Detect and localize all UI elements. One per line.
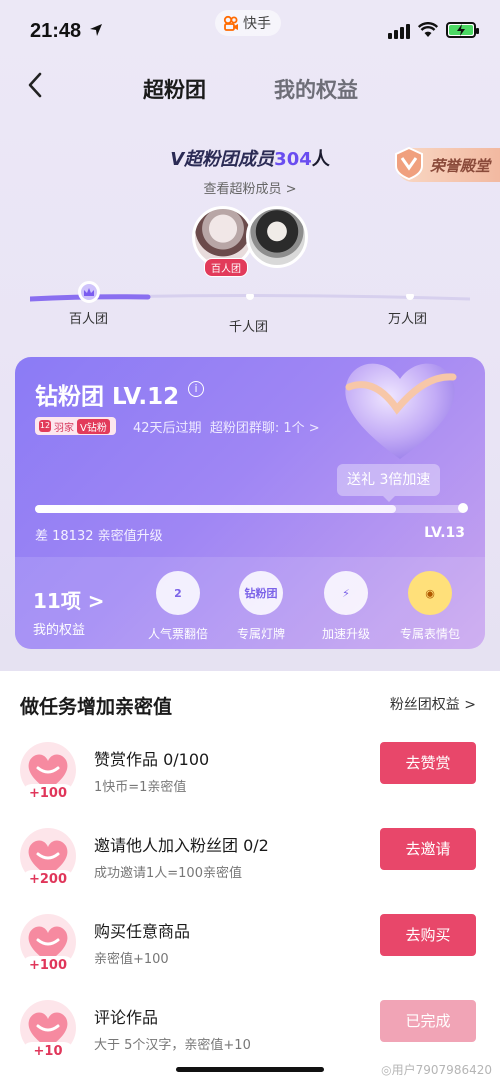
fan-level-card: 钻粉团 LV.12 i 12 羽家 V钻粉 42天后过期 超粉团群聊: 1个 >… [15,357,485,649]
task-bonus: +100 [22,784,74,804]
heart-3d-icon [345,363,457,459]
right-item-label: 专属表情包 [399,627,460,641]
honor-hall-button[interactable]: 荣誉殿堂 [395,146,500,182]
task-name: 邀请他人加入粉丝团 0/2 [94,836,269,855]
right-item-exclusive-plate[interactable]: 钻粉团 专属灯牌 [218,571,304,642]
task-desc: 1快币=1亲密值 [94,780,187,795]
battery-charging-icon [446,22,479,38]
completed-button[interactable]: 已完成 [380,1000,476,1042]
tab-my-rights[interactable]: 我的权益 [274,74,358,104]
invite-button[interactable]: 去邀请 [380,828,476,870]
tier-label-thousand: 千人团 [229,320,269,335]
right-item-vote-double[interactable]: 2 人气票翻倍 [135,571,221,642]
right-item-label: 人气票翻倍 [147,627,208,641]
member-count: 304 [274,149,312,170]
task-bonus: +10 [22,1042,74,1062]
my-rights-label: 我的权益 [33,623,86,638]
member-prefix: V超粉团成员 [170,149,275,170]
task-item: +100 赞赏作品 0/100 1快币=1亲密值 去赞赏 [0,740,500,816]
honor-hall-label: 荣誉殿堂 [429,156,490,175]
fan-badge-level: V钻粉 [77,418,110,434]
tier-label-tenthousand: 万人团 [388,312,428,327]
home-indicator[interactable] [176,1067,324,1072]
info-icon[interactable]: i [188,381,204,397]
top-members-avatars: 百人团 [192,206,312,277]
expire-text: 42天后过期 [133,421,202,436]
signal-icon [388,24,410,39]
speed-up-bubble: 送礼 3倍加速 [337,464,441,502]
rights-row: 11项 > 我的权益 2 人气票翻倍 钻粉团 专属灯牌 ⚡ 加速升级 ◉ 专属表… [15,557,485,649]
crown-icon [78,281,100,303]
task-desc: 大于 5个汉字，亲密值+10 [94,1038,251,1053]
progress-remaining-text: 差 18132 亲密值升级 [35,529,163,544]
member-suffix: 人 [311,149,330,170]
app-name: 快手 [243,16,271,32]
task-item: +100 购买任意商品 亲密值+100 去购买 [0,912,500,988]
task-name: 赞赏作品 0/100 [94,750,210,769]
next-level-label: LV.13 [424,525,465,541]
task-bonus: +200 [22,870,74,890]
rights-count-link[interactable]: 11项 > [33,585,105,614]
avatar[interactable] [246,206,308,268]
app-return-pill[interactable]: 快手 [215,10,281,36]
task-bonus: +100 [22,956,74,976]
exclusive-plate-icon: 钻粉团 [239,571,283,615]
right-item-speed-up[interactable]: ⚡ 加速升级 [303,571,389,642]
group-chat-link[interactable]: 超粉团群聊: 1个 > [210,421,320,436]
level-progress-fill [35,505,397,513]
right-item-label: 加速升级 [321,627,370,641]
level-progress-bar [35,503,468,513]
back-arrow-icon[interactable] [22,70,48,100]
emoji-pack-icon: ◉ [408,571,452,615]
wifi-icon [418,22,438,37]
tasks-panel: 做任务增加亲密值 粉丝团权益 > +100 赞赏作品 0/100 1快币=1亲密… [0,672,500,1082]
task-desc: 成功邀请1人=100亲密值 [94,866,242,881]
tier-label-hundred: 百人团 [69,312,109,327]
honor-badge-icon [395,146,423,181]
speed-heart-icon: ⚡ [324,571,368,615]
buy-button[interactable]: 去购买 [380,914,476,956]
task-name: 评论作品 [94,1008,159,1027]
location-arrow-icon [90,24,102,36]
task-desc: 亲密值+100 [94,952,169,967]
fan-group-rights-link[interactable]: 粉丝团权益 > [390,694,476,714]
fan-badge-level-icon: 12 [39,420,51,432]
level-progress-end-dot [458,503,468,513]
watermark: ◎用户7907986420 [381,1063,492,1077]
vote-double-icon: 2 [156,571,200,615]
fan-level-title: 钻粉团 LV.12 [35,384,180,410]
reward-button[interactable]: 去赞赏 [380,742,476,784]
card-subtitle: 42天后过期 超粉团群聊: 1个 > [133,417,320,436]
fan-badge-brand: 羽家 [54,422,74,434]
tasks-title: 做任务增加亲密值 [20,696,173,718]
task-name: 购买任意商品 [94,922,191,941]
tab-super-fan-group[interactable]: 超粉团 [143,74,206,104]
status-bar: 21:48 快手 [0,0,500,62]
kuaishou-logo-icon [223,15,238,31]
avatar-tier-tag: 百人团 [204,258,248,277]
right-item-emoji-pack[interactable]: ◉ 专属表情包 [387,571,473,642]
fan-badge: 12 羽家 V钻粉 [35,417,116,435]
right-item-label: 专属灯牌 [236,627,285,641]
task-item: +200 邀请他人加入粉丝团 0/2 成功邀请1人=100亲密值 去邀请 [0,826,500,902]
top-nav: 超粉团 我的权益 [0,62,500,110]
clock: 21:48 [30,20,82,42]
